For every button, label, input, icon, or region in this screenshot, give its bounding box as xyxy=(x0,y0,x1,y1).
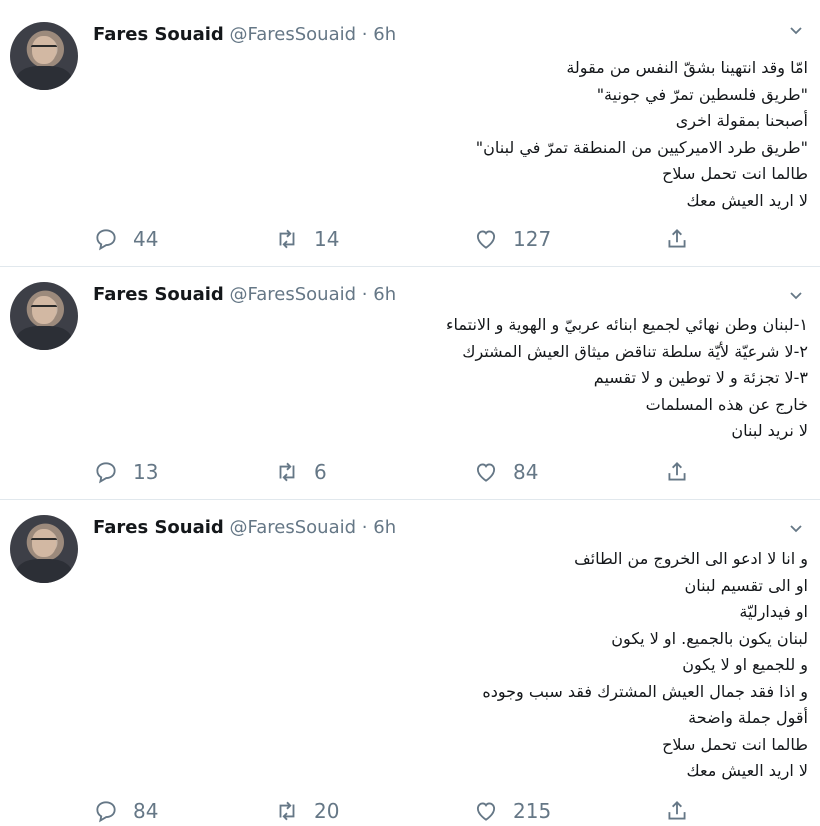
share-button[interactable] xyxy=(664,457,704,487)
tweet-actions: 84 20 215 xyxy=(0,796,820,826)
tweet-line: لا اريد العيش معك xyxy=(686,190,808,210)
reply-icon xyxy=(96,462,116,484)
retweet-count: 6 xyxy=(314,460,327,484)
tweet-line: او فيدارليّة xyxy=(739,602,808,621)
tweet-line: أقول جملة واضحة xyxy=(688,708,808,727)
heart-icon xyxy=(476,230,496,249)
heart-icon xyxy=(476,463,496,482)
author-name[interactable]: Fares Souaid xyxy=(93,24,224,45)
tweet-header: Fares Souaid @FaresSouaid · 6h xyxy=(93,516,396,540)
reply-count: 84 xyxy=(133,799,159,823)
chevron-down-icon[interactable] xyxy=(788,22,804,38)
retweet-button[interactable]: 14 xyxy=(274,224,339,254)
tweet[interactable]: Fares Souaid @FaresSouaid · 6h ١-لبنان و… xyxy=(0,267,820,499)
chevron-down-icon[interactable] xyxy=(788,287,804,303)
tweet[interactable]: Fares Souaid @FaresSouaid · 6h و انا لا … xyxy=(0,500,820,823)
like-count: 84 xyxy=(513,460,539,484)
tweet-line: او الى تقسيم لبنان xyxy=(684,575,808,595)
share-button[interactable] xyxy=(664,224,704,254)
reply-button[interactable]: 44 xyxy=(93,224,158,254)
author-handle[interactable]: @FaresSouaid xyxy=(230,284,357,305)
author-name[interactable]: Fares Souaid xyxy=(93,517,224,538)
reply-button[interactable]: 84 xyxy=(93,796,158,826)
tweet-text: و انا لا ادعو الى الخروج من الطائف او ال… xyxy=(248,546,808,785)
tweet-line: ٣-لا تجزئة و لا توطين و لا تقسيم xyxy=(593,368,808,387)
like-button[interactable]: 215 xyxy=(473,796,551,826)
reply-count: 13 xyxy=(133,460,159,484)
reply-count: 44 xyxy=(133,227,159,251)
like-button[interactable]: 127 xyxy=(473,224,551,254)
tweet-actions: 44 14 127 xyxy=(0,224,820,254)
retweet-icon xyxy=(279,801,295,821)
separator-dot: · xyxy=(361,517,368,538)
retweet-button[interactable]: 20 xyxy=(274,796,339,826)
reply-icon xyxy=(96,801,116,823)
tweet-line: ١-لبنان وطن نهائي لجميع ابنائه عربيّ و ا… xyxy=(446,315,808,334)
share-icon xyxy=(668,801,686,820)
author-handle[interactable]: @FaresSouaid xyxy=(230,517,357,538)
tweet-line: لا نريد لبنان xyxy=(731,421,808,440)
avatar[interactable] xyxy=(10,282,78,350)
share-icon xyxy=(668,229,686,248)
retweet-button[interactable]: 6 xyxy=(274,457,327,487)
timestamp[interactable]: 6h xyxy=(373,284,396,305)
timestamp[interactable]: 6h xyxy=(373,24,396,45)
retweet-icon xyxy=(279,462,295,482)
timestamp[interactable]: 6h xyxy=(373,517,396,538)
like-count: 215 xyxy=(513,799,552,823)
tweet-line: خارج عن هذه المسلمات xyxy=(645,394,808,414)
tweet-line: و انا لا ادعو الى الخروج من الطائف xyxy=(574,549,808,568)
separator-dot: · xyxy=(361,284,368,305)
avatar[interactable] xyxy=(10,515,78,583)
retweet-count: 14 xyxy=(314,227,340,251)
tweet-line: و للجميع او لا يكون xyxy=(682,655,808,674)
tweet-line: لا اريد العيش معك xyxy=(686,761,808,780)
separator-dot: · xyxy=(361,24,368,45)
heart-icon xyxy=(476,802,496,821)
tweet-actions: 13 6 84 xyxy=(0,457,820,487)
avatar[interactable] xyxy=(10,22,78,90)
chevron-down-icon[interactable] xyxy=(788,520,804,536)
tweet-text: امّا وقد انتهينا بشقّ النفس من مقولة "طر… xyxy=(248,55,808,214)
like-button[interactable]: 84 xyxy=(473,457,538,487)
tweet-line: "طريق طرد الاميركيين من المنطقة تمرّ في … xyxy=(475,137,808,157)
tweet-line: و اذا فقد جمال العيش المشترك فقد سبب وجو… xyxy=(482,681,808,701)
retweet-icon xyxy=(279,229,295,249)
share-button[interactable] xyxy=(664,796,704,826)
like-count: 127 xyxy=(513,227,552,251)
share-icon xyxy=(668,462,686,481)
tweet-line: أصبحنا بمقولة اخرى xyxy=(675,111,808,130)
reply-icon xyxy=(96,229,116,251)
author-name[interactable]: Fares Souaid xyxy=(93,284,224,305)
tweet-header: Fares Souaid @FaresSouaid · 6h xyxy=(93,283,396,307)
tweet-line: ٢-لا شرعيّة لأيّة سلطة تناقض ميثاق العيش… xyxy=(462,341,808,361)
tweet[interactable]: Fares Souaid @FaresSouaid · 6h امّا وقد … xyxy=(0,0,820,266)
tweet-line: طالما انت تحمل سلاح xyxy=(662,734,808,754)
tweet-line: "طريق فلسطين تمرّ في جونية" xyxy=(596,84,808,104)
tweet-header: Fares Souaid @FaresSouaid · 6h xyxy=(93,23,396,47)
tweet-text: ١-لبنان وطن نهائي لجميع ابنائه عربيّ و ا… xyxy=(248,312,808,445)
retweet-count: 20 xyxy=(314,799,340,823)
tweet-line: طالما انت تحمل سلاح xyxy=(662,164,808,183)
tweet-line: امّا وقد انتهينا بشقّ النفس من مقولة xyxy=(566,58,808,77)
author-handle[interactable]: @FaresSouaid xyxy=(230,24,357,45)
tweet-line: لبنان يكون بالجميع. او لا يكون xyxy=(611,628,808,648)
reply-button[interactable]: 13 xyxy=(93,457,158,487)
